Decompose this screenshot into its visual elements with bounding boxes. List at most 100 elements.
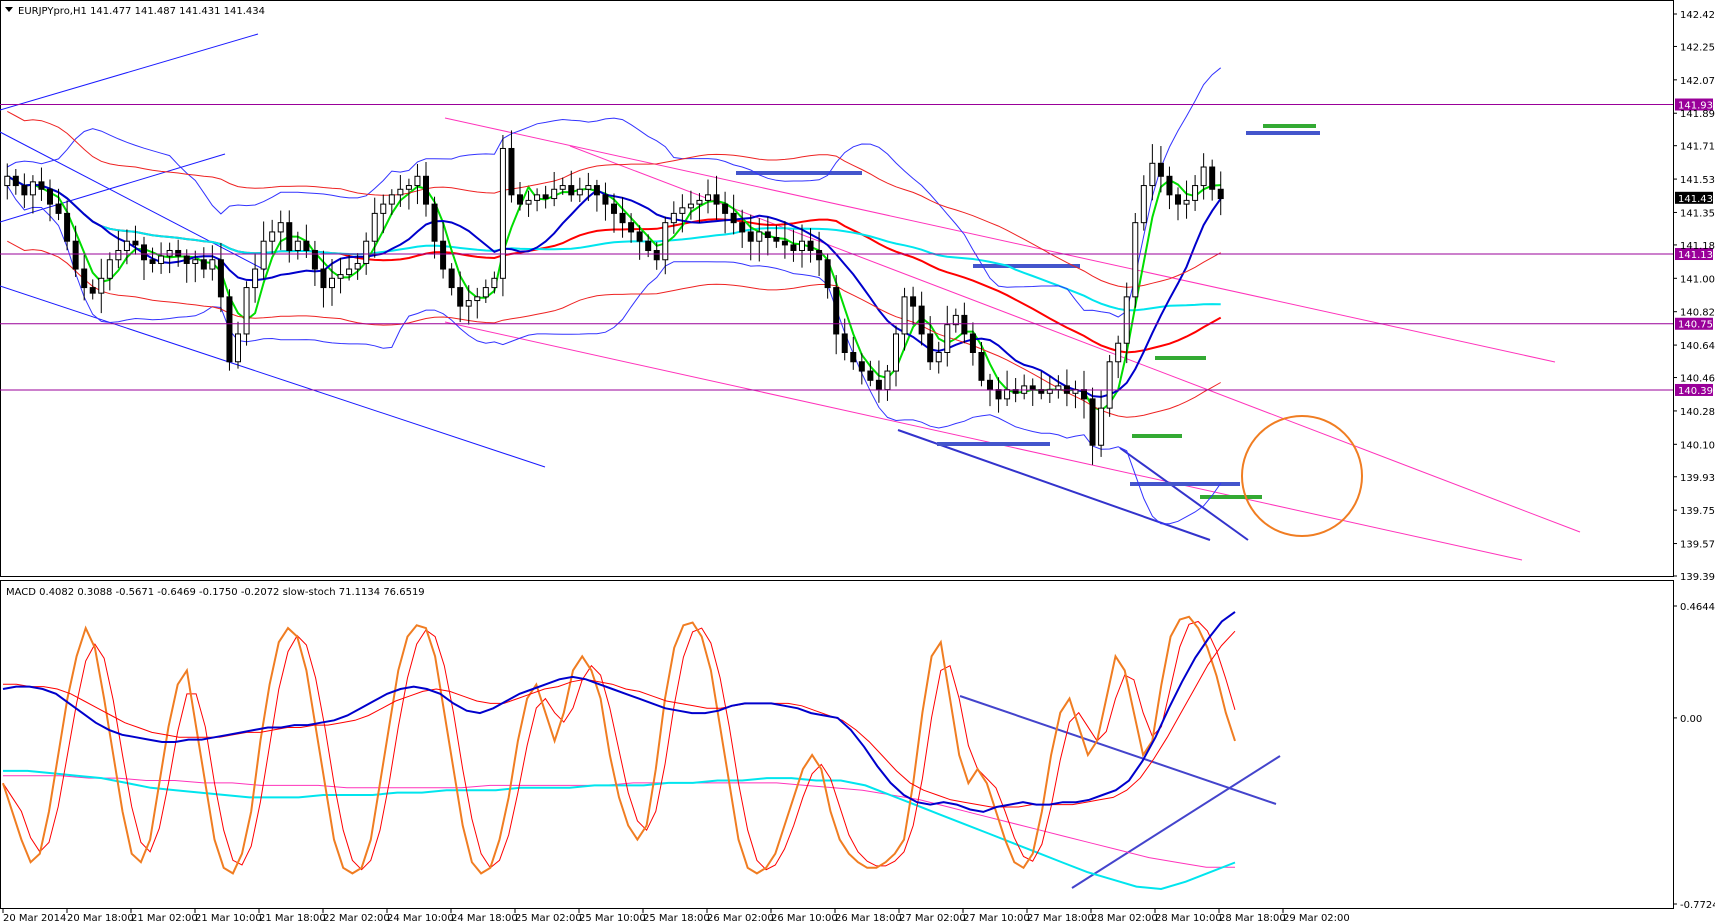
price-tick-label: 140.465 bbox=[1680, 374, 1715, 385]
candle-body bbox=[226, 296, 233, 363]
time-tick-label: 25 Mar 02:00 bbox=[515, 913, 582, 924]
price-tick-label: 141.535 bbox=[1680, 175, 1715, 186]
chart-svg[interactable]: EURJPYpro,H1 141.477 141.487 141.431 141… bbox=[0, 0, 1715, 924]
candle-body bbox=[448, 268, 455, 289]
time-axis: 20 Mar 2014 20 Mar 18:0021 Mar 02:0021 Ma… bbox=[2, 909, 1350, 924]
time-tick-label: 27 Mar 02:00 bbox=[899, 913, 966, 924]
candle-body bbox=[235, 333, 241, 363]
candle-body bbox=[969, 333, 976, 353]
candle-body bbox=[670, 212, 677, 224]
candle-body bbox=[1106, 361, 1113, 409]
candle-body bbox=[371, 212, 378, 242]
candle-body bbox=[756, 231, 763, 242]
price-tick-label: 141.715 bbox=[1680, 142, 1715, 153]
time-tick-label: 24 Mar 18:00 bbox=[451, 913, 518, 924]
time-tick-label: 21 Mar 02:00 bbox=[131, 913, 198, 924]
candle-body bbox=[841, 333, 848, 353]
candle-body bbox=[910, 296, 917, 307]
candle-body bbox=[149, 259, 156, 264]
candle-body bbox=[1029, 385, 1036, 391]
time-tick-label: 21 Mar 10:00 bbox=[195, 913, 262, 924]
candle-body bbox=[687, 203, 694, 209]
candle-body bbox=[55, 203, 62, 214]
candle-body bbox=[64, 212, 71, 242]
candle-body bbox=[329, 277, 335, 289]
candle-body bbox=[764, 231, 771, 239]
candle-body bbox=[918, 305, 925, 335]
candle-body bbox=[243, 287, 250, 335]
candle-body bbox=[679, 207, 686, 214]
time-tick-label: 25 Mar 10:00 bbox=[579, 913, 646, 924]
candle-body bbox=[593, 185, 600, 196]
candle-body bbox=[893, 333, 899, 372]
candle-body bbox=[269, 231, 276, 242]
price-tick-label: 140.105 bbox=[1680, 440, 1715, 451]
candle-body bbox=[1081, 389, 1087, 400]
candle-body bbox=[1132, 222, 1139, 298]
candle-body bbox=[645, 240, 652, 251]
candle-body bbox=[875, 379, 882, 391]
candle-body bbox=[653, 249, 660, 261]
time-tick-label: 29 Mar 02:00 bbox=[1283, 913, 1350, 924]
candle-body bbox=[508, 147, 515, 196]
candle-body bbox=[935, 351, 942, 363]
candle-body bbox=[858, 361, 865, 372]
indicator-tick-label: 0.4644 bbox=[1680, 602, 1715, 613]
candle-body bbox=[1098, 407, 1105, 446]
price-tick-label: 142.250 bbox=[1680, 42, 1715, 53]
candle-body bbox=[773, 237, 780, 242]
candle-body bbox=[363, 240, 370, 264]
candle-body bbox=[961, 314, 968, 335]
candle-body bbox=[799, 240, 805, 251]
time-tick-label: 28 Mar 10:00 bbox=[1155, 913, 1222, 924]
candle-body bbox=[1166, 175, 1173, 196]
candle-body bbox=[474, 296, 481, 302]
candle-body bbox=[29, 181, 36, 196]
candle-body bbox=[277, 222, 284, 233]
indicator-title: MACD 0.4082 0.3088 -0.5671 -0.6469 -0.17… bbox=[6, 587, 425, 598]
candle-body bbox=[705, 194, 711, 201]
candle-body bbox=[816, 249, 823, 261]
candle-body bbox=[183, 255, 190, 264]
price-tick-label: 141.890 bbox=[1680, 109, 1715, 120]
price-tick-label: 141.000 bbox=[1680, 274, 1715, 285]
candle-body bbox=[1217, 188, 1224, 200]
price-tick-label: 142.070 bbox=[1680, 76, 1715, 87]
time-tick-label: 20 Mar 2014 bbox=[3, 913, 66, 924]
candle-body bbox=[747, 231, 754, 242]
candle-body bbox=[1123, 296, 1130, 344]
candle-body bbox=[987, 379, 993, 391]
candle-body bbox=[807, 240, 814, 251]
candle-body bbox=[388, 194, 395, 205]
candle-body bbox=[294, 240, 301, 251]
candle-body bbox=[944, 324, 951, 353]
candle-body bbox=[38, 181, 45, 190]
chart-window[interactable]: EURJPYpro,H1 141.477 141.487 141.431 141… bbox=[0, 0, 1715, 924]
candle-body bbox=[260, 240, 267, 270]
candle-body bbox=[380, 203, 387, 214]
candle-body bbox=[1115, 342, 1122, 363]
price-tick-label: 142.425 bbox=[1680, 10, 1715, 21]
candle-body bbox=[884, 370, 891, 391]
candle-body bbox=[482, 287, 489, 298]
candle-body bbox=[252, 268, 259, 289]
candle-body bbox=[901, 296, 908, 335]
time-tick-label: 21 Mar 18:00 bbox=[259, 913, 326, 924]
candle-body bbox=[303, 240, 310, 251]
candle-body bbox=[175, 249, 182, 257]
candle-body bbox=[1192, 185, 1199, 201]
candle-body bbox=[47, 188, 53, 205]
candle-body bbox=[337, 274, 344, 279]
candle-body bbox=[585, 185, 592, 190]
candle-body bbox=[559, 185, 566, 190]
candle-body bbox=[72, 240, 79, 270]
candle-body bbox=[166, 249, 173, 257]
candle-body bbox=[106, 259, 113, 279]
candle-body bbox=[1055, 385, 1062, 391]
candle-body bbox=[619, 212, 626, 224]
candle-body bbox=[499, 147, 506, 279]
time-tick-label: 22 Mar 02:00 bbox=[323, 913, 390, 924]
price-tick-label: 140.820 bbox=[1680, 308, 1715, 319]
time-tick-label: 24 Mar 10:00 bbox=[387, 913, 454, 924]
indicator-panel-frame bbox=[0, 580, 1674, 909]
